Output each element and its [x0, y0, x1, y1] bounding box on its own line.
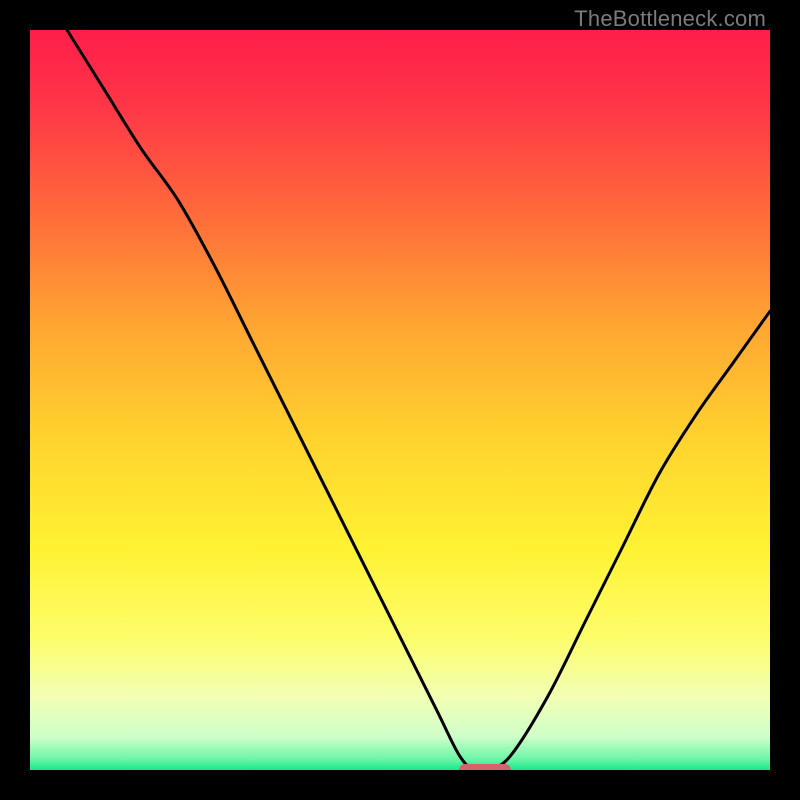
bottleneck-curve: [67, 30, 770, 770]
watermark-text: TheBottleneck.com: [574, 6, 766, 32]
curve-layer: [30, 30, 770, 770]
plot-area: [30, 30, 770, 770]
optimal-zone-marker: [459, 764, 511, 770]
chart-frame: TheBottleneck.com: [0, 0, 800, 800]
